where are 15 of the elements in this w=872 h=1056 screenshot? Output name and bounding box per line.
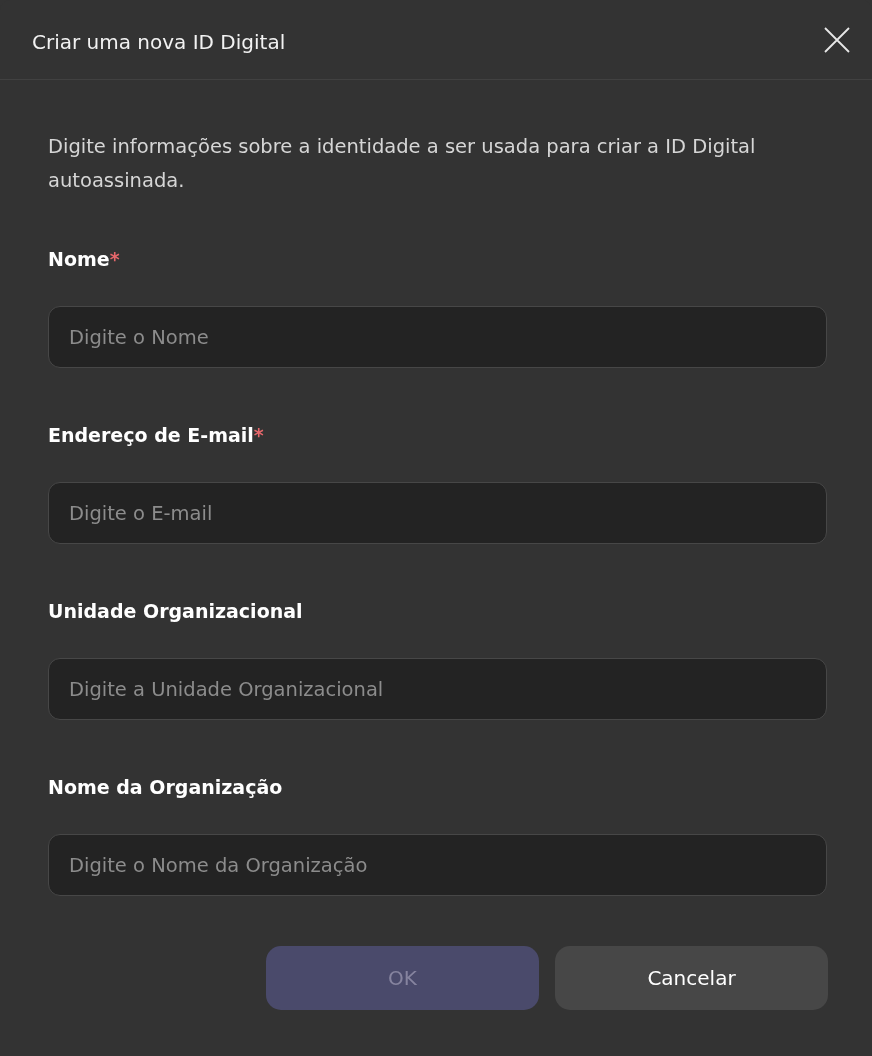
required-asterisk: * <box>253 423 264 448</box>
field-label: Nome <box>48 247 110 272</box>
text-field[interactable]: Digite o Nome da Organização <box>48 834 827 896</box>
required-asterisk: * <box>109 247 120 272</box>
dialog-title: Criar uma nova ID Digital <box>32 28 286 56</box>
text-field[interactable]: Digite o E-mail <box>48 482 827 544</box>
text-field[interactable]: Digite a Unidade Organizacional <box>48 658 827 720</box>
field-label: Unidade Organizacional <box>48 599 303 624</box>
dialog-description: Digite informações sobre a identidade a ser usada para criar a ID Digital autoassinada. <box>48 134 757 194</box>
cancel-button[interactable]: Cancelar <box>555 946 828 1010</box>
text-field[interactable]: Digite o Nome <box>48 306 827 368</box>
close-button[interactable] <box>823 25 851 54</box>
field-label: Nome da Organização <box>48 775 283 800</box>
field-label: Endereço de E-mail <box>48 423 254 448</box>
close-icon <box>823 25 851 54</box>
